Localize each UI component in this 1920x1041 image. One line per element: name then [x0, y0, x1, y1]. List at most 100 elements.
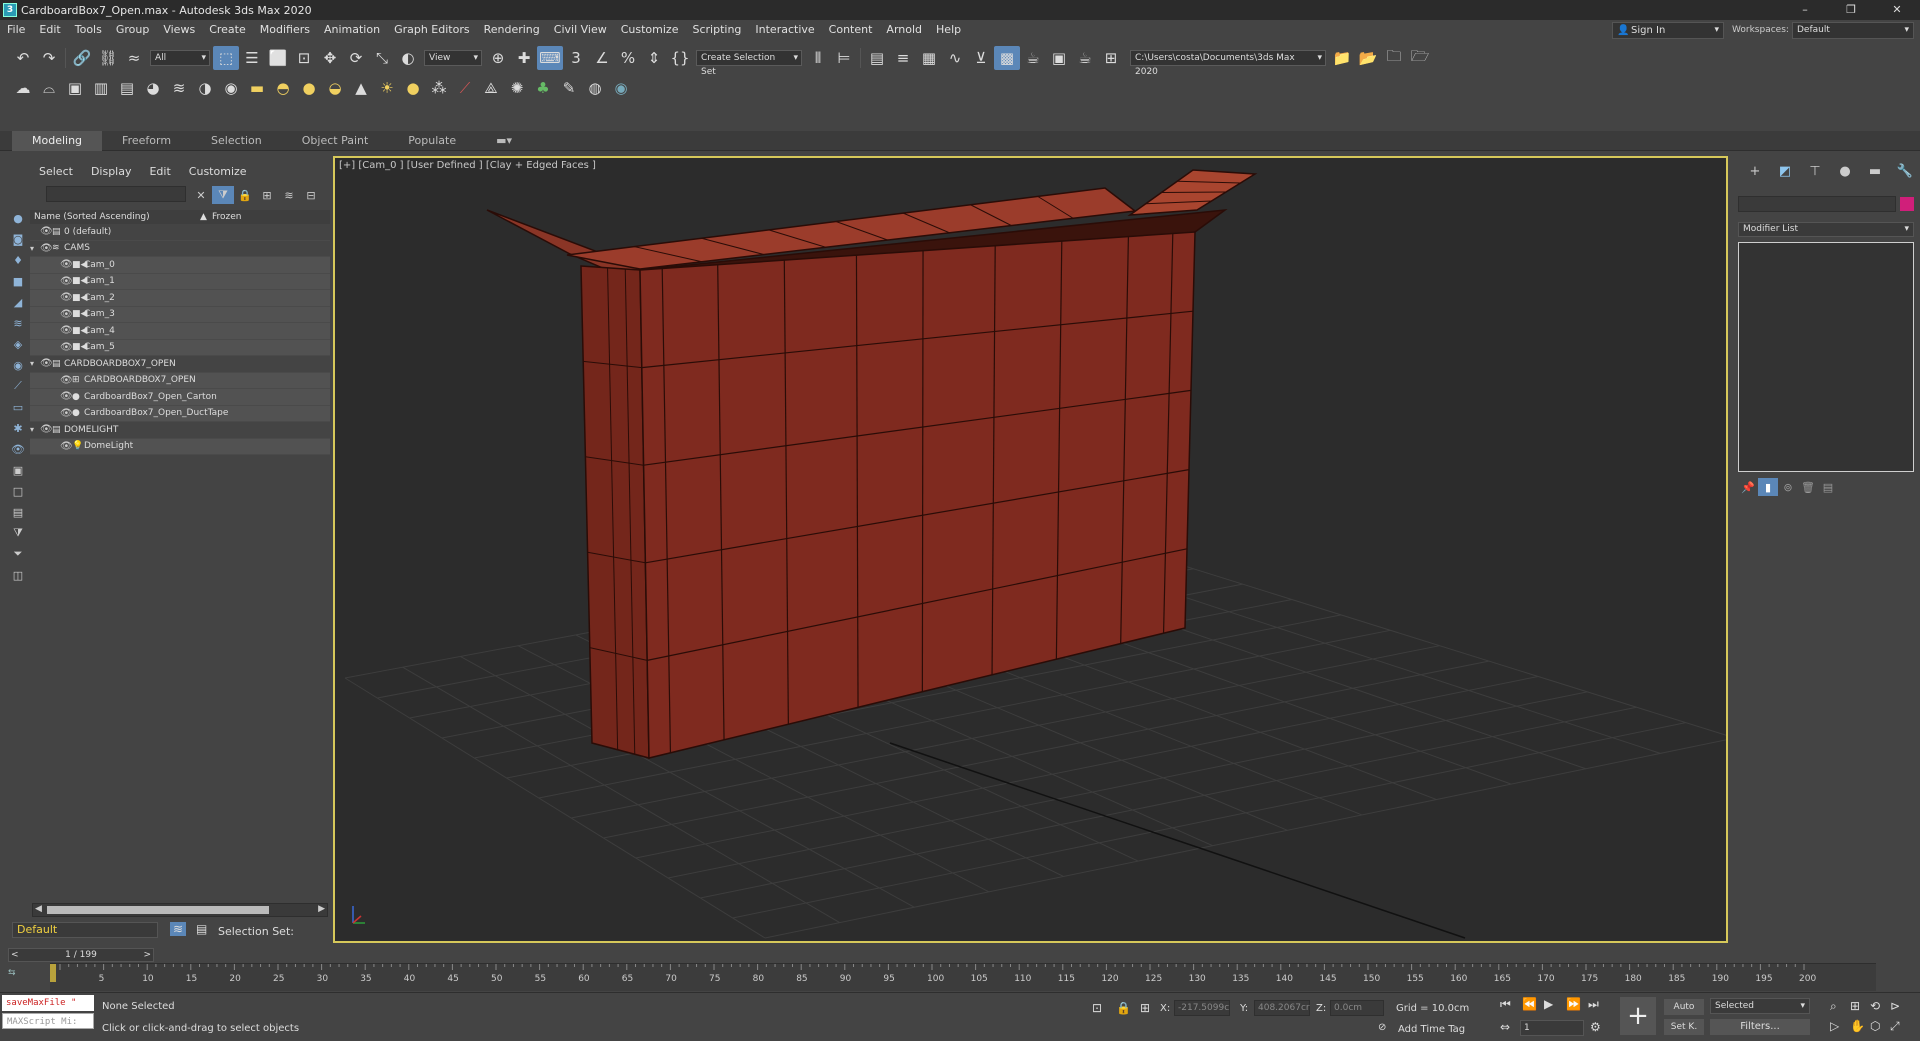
column-name[interactable]: Name (Sorted Ascending)	[30, 212, 200, 222]
play-icon[interactable]: ▶	[1544, 997, 1553, 1011]
column-frozen[interactable]: Frozen	[210, 212, 242, 222]
layer-manager-icon[interactable]: ≋	[170, 922, 187, 936]
sync-icon[interactable]: ◫	[8, 565, 28, 585]
explorer-menu-customize[interactable]: Customize	[180, 165, 256, 178]
ribbon-options-icon[interactable]: ▬▾	[476, 131, 532, 151]
visibility-eye-icon[interactable]: 👁	[40, 243, 53, 254]
light-sphere-icon[interactable]: ●	[296, 76, 322, 100]
tab-object-paint[interactable]: Object Paint	[282, 131, 389, 151]
menu-edit[interactable]: Edit	[32, 20, 67, 40]
mini-curve-editor-icon[interactable]: ⇆	[8, 968, 16, 978]
next-key-icon[interactable]: ⏩	[1566, 997, 1581, 1011]
motion-tab-icon[interactable]: ●	[1830, 164, 1860, 179]
menu-rendering[interactable]: Rendering	[477, 20, 547, 40]
display-tab-icon[interactable]: ▬	[1860, 164, 1890, 179]
explorer-row[interactable]: 👁 ■◀ Cam_5	[30, 339, 330, 356]
visibility-eye-icon[interactable]: 👁	[60, 325, 73, 336]
keyboard-shortcut-override-icon[interactable]: ⌨	[537, 46, 563, 70]
display-helpers-icon[interactable]: ◢	[8, 292, 28, 312]
visibility-eye-icon[interactable]: 👁	[60, 292, 73, 303]
menu-arnold[interactable]: Arnold	[879, 20, 929, 40]
tab-selection[interactable]: Selection	[191, 131, 282, 151]
project-folder-dropdown[interactable]: C:\Users\costa\Documents\3ds Max 2020	[1130, 50, 1326, 77]
display-invert-icon[interactable]: ▤	[8, 502, 28, 522]
renderer-sphere-icon[interactable]: ◉	[608, 76, 634, 100]
add-layer-icon[interactable]: ⊞	[256, 186, 278, 204]
explorer-row[interactable]: ▾ 👁 ≋ CAMS	[30, 241, 330, 257]
light-box-icon[interactable]: ▬	[244, 76, 270, 100]
named-selection-dropdown[interactable]: Create Selection Set	[696, 50, 802, 77]
undo-icon[interactable]: ↶	[10, 46, 36, 70]
explorer-row[interactable]: 👁 ● CardboardBox7_Open_Carton	[30, 389, 330, 406]
light-spot-icon[interactable]: ▲	[348, 76, 374, 100]
menu-content[interactable]: Content	[822, 20, 880, 40]
explorer-row[interactable]: 👁 ● CardboardBox7_Open_DuctTape	[30, 405, 330, 422]
make-unique-icon[interactable]: ⊚	[1778, 478, 1798, 496]
sort-ascending-icon[interactable]: ▲	[200, 212, 210, 222]
time-slider[interactable]: < 1 / 199 >	[8, 948, 154, 962]
plugin-icon-9[interactable]: ◉	[218, 76, 244, 100]
display-hidden-icon[interactable]: 👁	[8, 439, 28, 459]
visibility-eye-icon[interactable]: 👁	[60, 391, 73, 402]
volume-icon[interactable]: ⟁	[478, 76, 504, 100]
display-containers-icon[interactable]: ▭	[8, 397, 28, 417]
workspace-dropdown[interactable]: Default	[1792, 22, 1914, 39]
previous-key-icon[interactable]: ⏪	[1522, 997, 1537, 1011]
explorer-row[interactable]: 👁 ■◀ Cam_1	[30, 273, 330, 290]
render-setup-icon[interactable]: ☕	[1020, 46, 1046, 70]
material-ball-icon[interactable]: ◍	[582, 76, 608, 100]
light-sun-icon[interactable]: ☀	[374, 76, 400, 100]
render-in-cloud-icon[interactable]: ⊞	[1098, 46, 1124, 70]
visibility-eye-icon[interactable]: 👁	[40, 358, 53, 369]
maxscript-listener-line[interactable]: saveMaxFile "	[2, 995, 94, 1011]
menu-scripting[interactable]: Scripting	[685, 20, 748, 40]
redo-icon[interactable]: ↷	[36, 46, 62, 70]
visibility-eye-icon[interactable]: 👁	[60, 342, 73, 353]
next-frame-icon[interactable]: >	[143, 949, 151, 961]
folder-settings-icon[interactable]: 🗀	[1381, 46, 1407, 70]
filter-icon[interactable]: ⧩	[8, 523, 28, 543]
expand-arrow-icon[interactable]: ▾	[30, 425, 34, 434]
lock-icon[interactable]: 🔒	[234, 186, 256, 204]
display-groups-icon[interactable]: ◈	[8, 334, 28, 354]
maximize-viewport-icon[interactable]: ⤢	[1890, 1019, 1900, 1034]
scale-icon[interactable]: ⤡	[369, 46, 395, 70]
tab-freeform[interactable]: Freeform	[102, 131, 191, 151]
prev-frame-icon[interactable]: <	[11, 949, 19, 961]
rendered-frame-window-icon[interactable]: ▣	[1046, 46, 1072, 70]
menu-graph-editors[interactable]: Graph Editors	[387, 20, 477, 40]
remove-modifier-icon[interactable]: 🗑	[1798, 478, 1818, 496]
x-coordinate-field[interactable]: -217.5099c	[1174, 1000, 1230, 1016]
explorer-row[interactable]: 👁 ⊞ CARDBOARDBOX7_OPEN	[30, 372, 330, 389]
layers-icon[interactable]: ≋	[278, 186, 300, 204]
plugin-icon-2[interactable]: ⌓	[36, 76, 62, 100]
time-tag-icon[interactable]: ⊘	[1378, 1022, 1386, 1033]
isolate-selection-icon[interactable]: ⊡	[1092, 1001, 1102, 1015]
go-to-start-icon[interactable]: ⏮	[1500, 997, 1511, 1012]
tab-modeling[interactable]: Modeling	[12, 130, 103, 151]
layer-explorer-icon[interactable]: ≡	[890, 46, 916, 70]
curve-editor-icon[interactable]: ∿	[942, 46, 968, 70]
visibility-eye-icon[interactable]: 👁	[60, 375, 73, 386]
visibility-eye-icon[interactable]: 👁	[60, 309, 73, 320]
scatter-icon[interactable]: ✎	[556, 76, 582, 100]
selection-filter-dropdown[interactable]: All	[150, 50, 210, 66]
explorer-row[interactable]: 👁 💡 DomeLight	[30, 438, 330, 455]
display-shapes-icon[interactable]: ◙	[8, 229, 28, 249]
light-disk-icon[interactable]: ◒	[322, 76, 348, 100]
menu-interactive[interactable]: Interactive	[748, 20, 821, 40]
scroll-right-icon[interactable]: ▶	[318, 904, 325, 914]
link-icon[interactable]: 🔗	[69, 46, 95, 70]
window-crossing-icon[interactable]: ⊡	[291, 46, 317, 70]
key-filters-button[interactable]: Filters...	[1710, 1019, 1810, 1035]
plugin-icon-4[interactable]: ▥	[88, 76, 114, 100]
plugin-icon-6[interactable]: ◕	[140, 76, 166, 100]
folder-up-icon[interactable]: 🗁	[1407, 46, 1433, 70]
selection-lock-icon[interactable]: 🔒	[1116, 1001, 1131, 1015]
menu-group[interactable]: Group	[109, 20, 157, 40]
visibility-eye-icon[interactable]: 👁	[60, 441, 73, 452]
rotate-icon[interactable]: ⟳	[343, 46, 369, 70]
tab-populate[interactable]: Populate	[388, 131, 476, 151]
hierarchy-tab-icon[interactable]: ⊤	[1800, 164, 1830, 179]
display-frozen-icon[interactable]: ✱	[8, 418, 28, 438]
